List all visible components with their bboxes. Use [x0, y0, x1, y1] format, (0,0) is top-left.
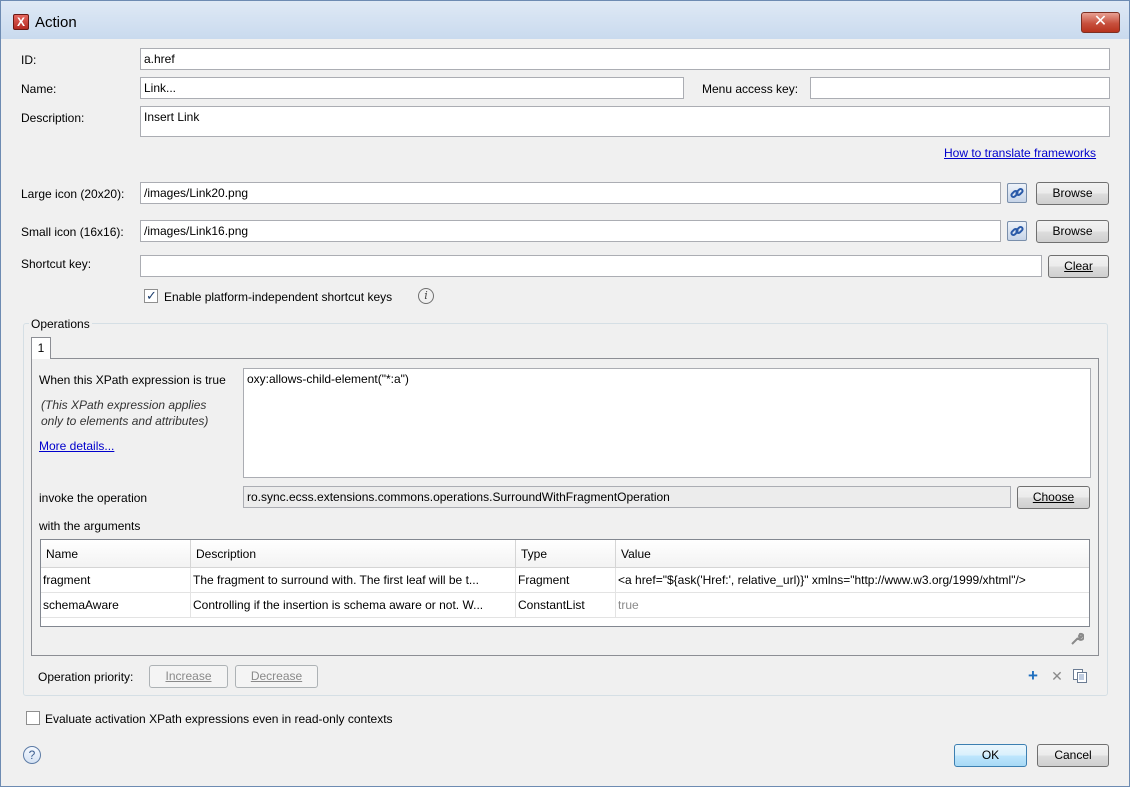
decrease-label: Decrease: [250, 669, 303, 683]
id-field[interactable]: a.href: [140, 48, 1110, 70]
large-icon-choose-button[interactable]: [1007, 183, 1027, 203]
choose-label: Choose: [1032, 490, 1075, 504]
readonly-contexts-checkbox[interactable]: [26, 711, 40, 725]
title-bar[interactable]: X Action ✕: [1, 1, 1129, 39]
cell-description: The fragment to surround with. The first…: [191, 568, 516, 593]
increase-label: Increase: [165, 669, 212, 683]
cell-value[interactable]: true: [616, 593, 1089, 618]
arguments-table: Name Description Type Value fragment The…: [40, 539, 1090, 627]
invoke-operation-label: invoke the operation: [39, 491, 148, 505]
action-dialog: X Action ✕ ID: a.href Name: Link... Menu…: [0, 0, 1130, 787]
clear-button[interactable]: Clear: [1048, 255, 1109, 278]
translate-frameworks-link[interactable]: How to translate frameworks: [944, 146, 1096, 160]
large-icon-browse-button[interactable]: Browse: [1036, 182, 1109, 205]
cell-description: Controlling if the insertion is schema a…: [191, 593, 516, 618]
tab-1[interactable]: 1: [31, 337, 51, 359]
column-header-type[interactable]: Type: [516, 540, 616, 568]
operation-priority-label: Operation priority:: [38, 670, 134, 684]
arguments-label: with the arguments: [39, 519, 141, 533]
cell-name: fragment: [41, 568, 191, 593]
platform-shortcut-label[interactable]: Enable platform-independent shortcut key…: [164, 290, 392, 304]
table-header: Name Description Type Value: [41, 540, 1089, 568]
description-label: Description:: [21, 111, 85, 125]
shortcut-key-label: Shortcut key:: [21, 257, 92, 271]
description-field[interactable]: Insert Link: [140, 106, 1110, 137]
ok-button[interactable]: OK: [954, 744, 1027, 767]
dialog-title: Action: [35, 14, 77, 31]
xpath-note-line2: only to elements and attributes): [41, 414, 209, 428]
cell-value[interactable]: <a href="${ask('Href:', relative_url)}" …: [616, 568, 1089, 593]
column-header-description[interactable]: Description: [191, 540, 516, 568]
decrease-button[interactable]: Decrease: [235, 665, 318, 688]
remove-icon[interactable]: ✕: [1049, 668, 1065, 684]
small-icon-browse-button[interactable]: Browse: [1036, 220, 1109, 243]
shortcut-key-field[interactable]: [140, 255, 1042, 277]
platform-shortcut-checkbox[interactable]: [144, 288, 158, 304]
cancel-label: Cancel: [1054, 748, 1092, 762]
cell-type: ConstantList: [516, 593, 616, 618]
cancel-button[interactable]: Cancel: [1037, 744, 1109, 767]
add-icon[interactable]: +: [1025, 667, 1041, 684]
small-icon-field[interactable]: /images/Link16.png: [140, 220, 1001, 242]
wrench-icon[interactable]: [1069, 632, 1085, 648]
table-row[interactable]: fragment The fragment to surround with. …: [41, 568, 1089, 593]
cell-type: Fragment: [516, 568, 616, 593]
large-icon-label: Large icon (20x20):: [21, 187, 125, 201]
link-icon: [1010, 225, 1024, 237]
xpath-note: (This XPath expression applies only to e…: [41, 397, 208, 429]
browse-label: Browse: [1052, 224, 1093, 238]
choose-button[interactable]: Choose: [1017, 486, 1090, 509]
small-icon-choose-button[interactable]: [1007, 221, 1027, 241]
browse-label: Browse: [1052, 186, 1093, 200]
info-icon[interactable]: i: [418, 288, 434, 304]
copy-icon[interactable]: [1072, 668, 1088, 684]
name-field[interactable]: Link...: [140, 77, 684, 99]
small-icon-label: Small icon (16x16):: [21, 225, 124, 239]
increase-button[interactable]: Increase: [149, 665, 228, 688]
xpath-expression-input[interactable]: oxy:allows-child-element("*:a"): [243, 368, 1091, 478]
help-icon[interactable]: ?: [23, 746, 41, 764]
column-header-value[interactable]: Value: [616, 540, 1089, 568]
readonly-contexts-label[interactable]: Evaluate activation XPath expressions ev…: [45, 712, 393, 726]
more-details-link[interactable]: More details...: [39, 439, 114, 453]
operations-group-title: Operations: [29, 317, 92, 331]
ok-label: OK: [981, 748, 1000, 762]
link-icon: [1010, 187, 1024, 199]
xpath-note-line1: (This XPath expression applies: [41, 398, 207, 412]
column-header-name[interactable]: Name: [41, 540, 191, 568]
menu-access-key-field[interactable]: [810, 77, 1110, 99]
clear-label: Clear: [1064, 259, 1093, 273]
cell-name: schemaAware: [41, 593, 191, 618]
large-icon-field[interactable]: /images/Link20.png: [140, 182, 1001, 204]
close-button[interactable]: ✕: [1081, 12, 1120, 33]
menu-access-key-label: Menu access key:: [702, 82, 799, 96]
name-label: Name:: [21, 82, 57, 96]
oxygen-x-icon: X: [13, 14, 29, 30]
id-label: ID:: [21, 53, 37, 67]
xpath-label: When this XPath expression is true: [39, 373, 226, 387]
table-row[interactable]: schemaAware Controlling if the insertion…: [41, 593, 1089, 618]
operation-class-field[interactable]: ro.sync.ecss.extensions.commons.operatio…: [243, 486, 1011, 508]
